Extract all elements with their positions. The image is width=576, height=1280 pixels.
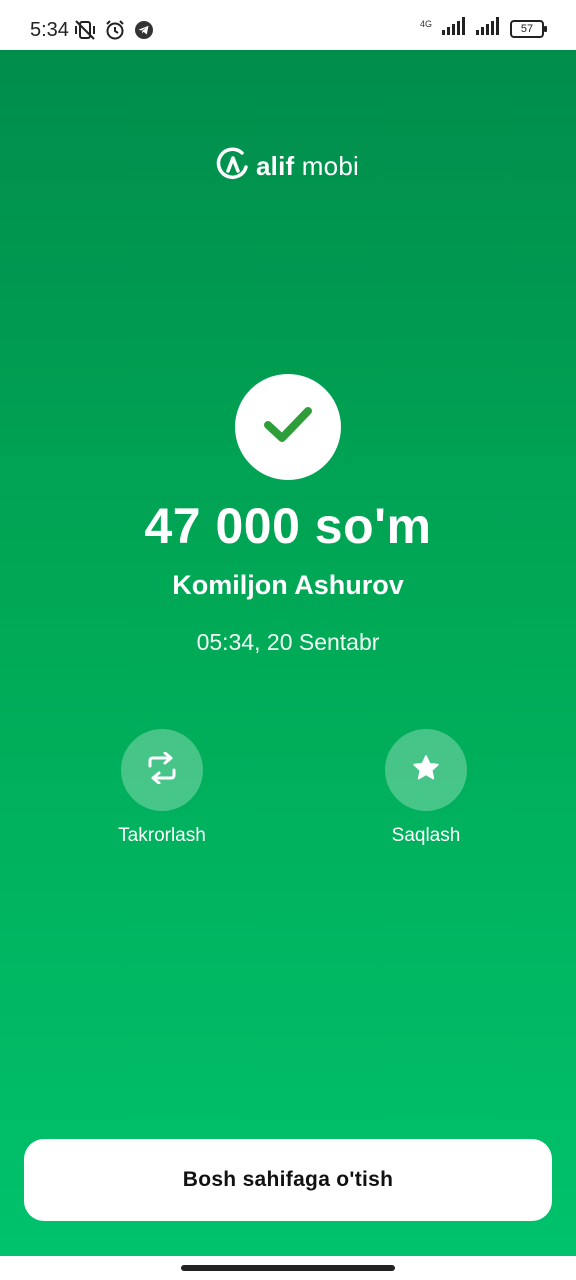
- status-left-icons: [74, 19, 154, 46]
- alif-logo-icon: [216, 147, 250, 186]
- payment-amount: 47 000 so'm: [144, 498, 432, 554]
- system-nav-bar: [0, 1256, 576, 1280]
- vibrate-off-icon: [74, 19, 96, 46]
- repeat-button[interactable]: [121, 729, 203, 811]
- network-label-top: 4G: [419, 19, 432, 29]
- repeat-label[interactable]: Takrorlash: [82, 825, 242, 847]
- payment-datetime: 05:34, 20 Sentabr: [196, 629, 380, 655]
- logo-text-regular: mobi: [294, 151, 359, 181]
- check-icon: [263, 405, 313, 450]
- repeat-icon: [144, 751, 180, 789]
- network-type: 4G: [420, 20, 432, 33]
- signal-icon: [476, 17, 500, 40]
- alarm-icon: [104, 19, 126, 46]
- save-label[interactable]: Saqlash: [346, 825, 506, 847]
- app-logo: alif mobi: [216, 147, 359, 186]
- status-bar: 5:34 4G 57: [0, 0, 576, 50]
- status-time: 5:34: [30, 19, 69, 41]
- save-button[interactable]: [385, 729, 467, 811]
- home-button[interactable]: Bosh sahifaga o'tish: [24, 1139, 552, 1221]
- payment-success-screen: alif mobi 47 000 so'm Komiljon Ashurov 0…: [0, 50, 576, 1256]
- recipient-name: Komiljon Ashurov: [172, 570, 404, 600]
- logo-text-bold: alif: [256, 151, 295, 181]
- battery-icon: 57: [510, 19, 547, 38]
- star-icon: [411, 753, 441, 788]
- status-right: 4G 57: [420, 17, 547, 40]
- logo-text: alif mobi: [256, 151, 359, 182]
- success-badge: [235, 374, 341, 480]
- home-gesture-handle[interactable]: [181, 1265, 395, 1271]
- signal-icon: [442, 17, 466, 40]
- telegram-icon: [134, 20, 154, 45]
